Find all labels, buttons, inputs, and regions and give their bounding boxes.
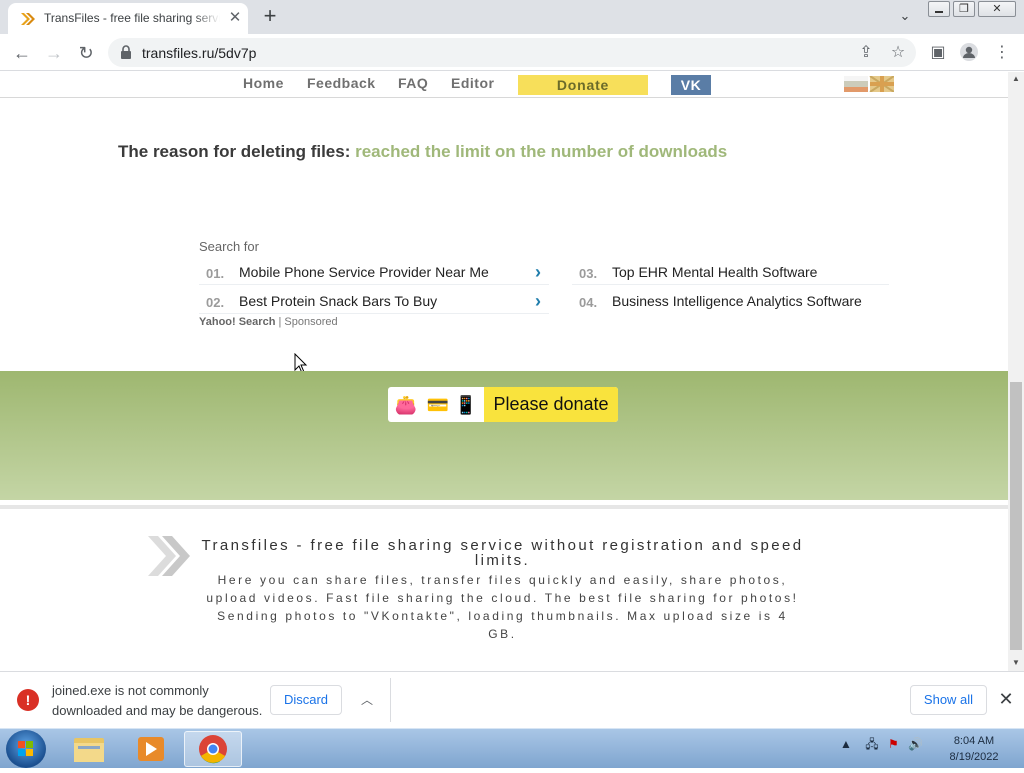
clock-date: 8/19/2022 [949,751,999,763]
new-tab-button[interactable]: + [258,5,282,29]
minimize-button[interactable] [928,1,950,17]
chrome-icon [199,735,227,764]
show-hidden-icons-icon[interactable]: ▲ [840,737,852,751]
download-bar: ! joined.exe is not commonly downloaded … [0,671,1024,728]
minimize-icon [935,11,943,13]
ad-number: 04. [579,295,598,310]
taskbar-clock[interactable]: 8:04 AM 8/19/2022 [944,733,1004,765]
windows-taskbar: ▲ 🖧 ⚑ 🔊 8:04 AM 8/19/2022 [0,728,1024,768]
url-text[interactable]: transfiles.ru/5dv7p [142,45,256,61]
nav-editor[interactable]: Editor [451,75,494,91]
share-icon[interactable]: ⇪ [855,42,877,64]
ad-number: 01. [206,266,225,281]
footer-title: Transfiles - free file sharing service w… [201,537,804,569]
volume-icon[interactable]: 🔊 [908,737,923,751]
windows-logo-icon [18,741,33,756]
reload-icon[interactable]: ↻ [74,41,98,65]
language-flags-icon[interactable] [844,76,894,92]
download-warning-message: joined.exe is not commonly downloaded an… [52,683,263,718]
profile-avatar-icon[interactable] [958,42,980,64]
ad-number: 03. [579,266,598,281]
chevron-up-icon[interactable]: ︿ [358,688,376,712]
start-button[interactable] [6,730,46,768]
transfiles-favicon-icon [21,13,35,25]
system-tray: ▲ 🖧 ⚑ 🔊 [840,735,923,756]
page-scrollbar[interactable]: ▲ ▼ [1008,72,1024,671]
search-for-label: Search for [199,239,259,254]
deletion-reason-label: The reason for deleting files: [118,142,351,161]
action-center-flag-icon[interactable]: ⚑ [888,737,899,751]
media-player-icon [138,737,164,761]
ad-provider: Yahoo! Search | Sponsored [199,316,338,328]
download-bar-divider [390,678,391,722]
address-bar[interactable]: transfiles.ru/5dv7p [108,38,916,67]
back-icon[interactable]: ← [10,41,34,65]
network-icon[interactable]: 🖧 [865,737,878,751]
discard-button[interactable]: Discard [270,685,342,715]
scroll-up-icon[interactable]: ▲ [1012,74,1020,83]
ad-link[interactable]: 04. Business Intelligence Analytics Soft… [572,288,889,314]
sponsored-search-ads: Search for 01. Mobile Phone Service Prov… [199,239,889,339]
tab-search-chevron-icon[interactable]: ⌄ [896,8,914,26]
ad-text[interactable]: Top EHR Mental Health Software [612,264,817,280]
donate-widget[interactable]: 👛 💳 📱 Please donate [388,387,618,422]
show-all-button[interactable]: Show all [910,685,987,715]
taskbar-chrome[interactable] [184,731,242,767]
site-navigation: Home Feedback FAQ Editor Donate VK [0,72,1008,98]
ad-text[interactable]: Business Intelligence Analytics Software [612,293,862,309]
ad-link[interactable]: 02. Best Protein Snack Bars To Buy › [199,288,549,314]
deletion-reason-value: reached the limit on the number of downl… [355,142,728,161]
lock-icon [121,45,131,59]
scroll-down-icon[interactable]: ▼ [1012,658,1020,667]
scrollbar-thumb[interactable] [1010,382,1022,650]
tab-close-icon[interactable]: ✕ [226,9,244,27]
please-donate-button[interactable]: Please donate [484,387,618,422]
menu-kebab-icon[interactable]: ⋮ [991,42,1013,64]
clock-time: 8:04 AM [953,735,995,747]
transfiles-logo-icon [148,536,190,576]
ad-link[interactable]: 01. Mobile Phone Service Provider Near M… [199,259,549,285]
nav-feedback[interactable]: Feedback [307,75,376,91]
bookmark-star-icon[interactable]: ☆ [887,42,909,64]
restore-button[interactable]: ❐ [953,1,975,17]
ad-text[interactable]: Mobile Phone Service Provider Near Me [239,264,489,280]
ad-number: 02. [206,295,225,310]
nav-vk-button[interactable]: VK [671,75,711,95]
donate-band: 👛 💳 📱 Please donate [0,371,1008,500]
chevron-right-icon[interactable]: › [535,291,541,312]
deletion-reason: The reason for deleting files: reached t… [118,142,727,162]
folder-icon [74,738,104,762]
tab-title: TransFiles - free file sharing service [44,11,220,25]
close-download-bar-icon[interactable]: ✕ [997,688,1015,710]
page-viewport: Home Feedback FAQ Editor Donate VK The r… [0,72,1008,671]
nav-donate-button[interactable]: Donate [518,75,648,95]
forward-icon[interactable]: → [42,41,66,65]
warning-icon: ! [17,689,39,711]
footer-divider [0,505,1008,509]
side-panel-icon[interactable]: ▣ [927,42,949,64]
ad-link[interactable]: 03. Top EHR Mental Health Software [572,259,889,285]
wallet-icon: 👛 [394,395,418,415]
ad-provider-name[interactable]: Yahoo! Search [199,316,275,328]
footer-description: Here you can share files, transfer files… [206,573,799,641]
card-icon: 💳 [426,395,450,415]
nav-home[interactable]: Home [243,75,284,91]
taskbar-media-player[interactable] [122,731,180,767]
taskbar-explorer[interactable] [60,731,118,767]
ad-text[interactable]: Best Protein Snack Bars To Buy [239,293,437,309]
sponsored-label: | Sponsored [278,316,338,328]
window-close-button[interactable]: ✕ [978,1,1016,17]
tab-strip: TransFiles - free file sharing service ✕… [0,0,1024,34]
mobile-phone-icon: 📱 [454,395,478,415]
browser-tab[interactable]: TransFiles - free file sharing service ✕ [8,3,248,34]
browser-toolbar: ← → ↻ transfiles.ru/5dv7p ⇪ ☆ ▣ ⋮ [0,34,1024,71]
chevron-right-icon[interactable]: › [535,262,541,283]
nav-faq[interactable]: FAQ [398,75,428,91]
